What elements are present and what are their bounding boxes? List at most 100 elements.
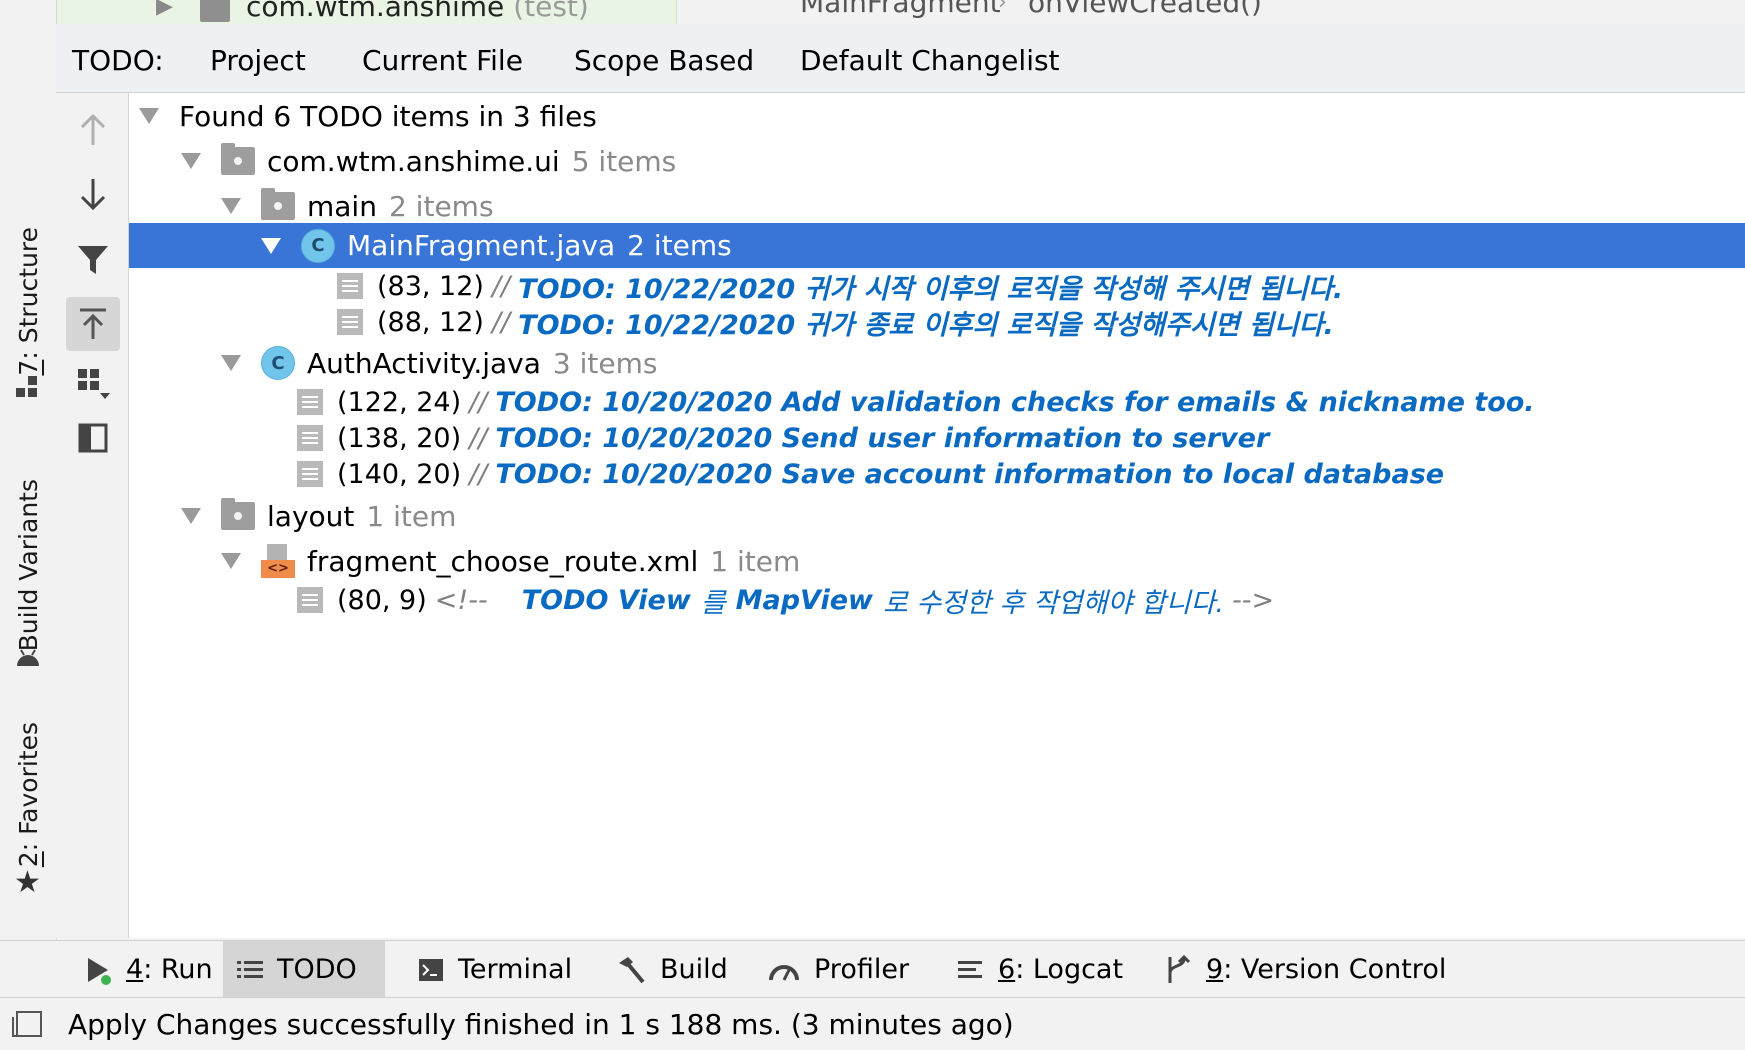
editor-top-strip: ▶ com.wtm.anshime (test) MainFragment › … xyxy=(56,0,1745,24)
breadcrumb-class[interactable]: MainFragment xyxy=(800,0,1001,19)
android-icon xyxy=(17,649,39,666)
tree-node-package-ui[interactable]: com.wtm.anshime.ui 5 items xyxy=(129,138,1745,184)
collapse-triangle-icon[interactable] xyxy=(221,198,241,214)
preview-toggle-button[interactable] xyxy=(66,411,120,465)
tree-node-fragment-xml[interactable]: <> fragment_choose_route.xml 1 item xyxy=(129,538,1745,584)
comment-prefix: // xyxy=(469,458,488,490)
collapse-triangle-icon[interactable] xyxy=(181,153,201,169)
todo-item[interactable]: (138, 20) // TODO: 10/20/2020 Send user … xyxy=(129,420,1745,456)
java-class-icon: C xyxy=(301,228,335,263)
collapse-triangle-icon[interactable] xyxy=(139,108,159,124)
status-bar: Apply Changes successfully finished in 1… xyxy=(0,997,1745,1050)
todo-tree: Found 6 TODO items in 3 files com.wtm.an… xyxy=(129,93,1745,938)
next-todo-button[interactable] xyxy=(66,167,120,221)
structure-tab-number: 7 xyxy=(13,359,43,376)
run-tab-key: 4 xyxy=(126,954,144,985)
vcs-branch-icon xyxy=(1168,954,1191,983)
export-icon xyxy=(80,308,106,339)
tree-node-layout[interactable]: layout 1 item xyxy=(129,493,1745,539)
tree-node-mainfragment[interactable]: C MainFragment.java 2 items xyxy=(129,223,1745,268)
build-tab-label: Build xyxy=(660,954,728,985)
todo-item-icon xyxy=(337,309,363,335)
logcat-tab-label: : Logcat xyxy=(1015,954,1124,985)
collapse-triangle-icon[interactable] xyxy=(181,508,201,524)
left-tool-strip: 7: Structure Build Variants 2: Favorites… xyxy=(0,0,57,940)
project-tree-cutoff[interactable]: ▶ com.wtm.anshime (test) xyxy=(56,0,677,24)
node-count: 2 items xyxy=(627,229,732,262)
previous-todo-button[interactable] xyxy=(66,103,120,157)
tool-window-bar: 4: Run TODO Terminal Build Profiler 6: L… xyxy=(0,940,1745,998)
tab-current-file[interactable]: Current File xyxy=(362,44,523,77)
comment-prefix: // xyxy=(469,386,488,418)
expand-arrow-icon[interactable]: ▶ xyxy=(156,0,173,19)
todo-position: (140, 20) xyxy=(337,458,462,490)
favorites-tab-label: : Favorites xyxy=(13,722,43,852)
todo-position: (122, 24) xyxy=(337,386,462,418)
comment-prefix: // xyxy=(491,270,511,302)
version-control-tab-label: : Version Control xyxy=(1223,954,1447,985)
filter-icon xyxy=(78,246,108,274)
profiler-tab-label: Profiler xyxy=(814,954,910,985)
arrow-down-icon xyxy=(80,179,106,211)
group-by-button[interactable] xyxy=(66,357,120,411)
tree-node-authactivity[interactable]: C AuthActivity.java 3 items xyxy=(129,340,1745,386)
status-message: Apply Changes successfully finished in 1… xyxy=(68,1008,1014,1041)
todo-text: TODO: 10/22/2020 귀가 종료 이후의 로직을 작성해주시면 됩니… xyxy=(518,309,1334,341)
terminal-tab[interactable]: Terminal xyxy=(404,941,586,998)
collapse-triangle-icon[interactable] xyxy=(221,553,241,569)
todo-item[interactable]: (88, 12) // TODO: 10/22/2020 귀가 종료 이후의 로… xyxy=(129,304,1745,341)
version-control-tab[interactable]: 9: Version Control xyxy=(1150,941,1460,998)
package-folder-icon xyxy=(221,143,255,175)
node-name: layout xyxy=(267,499,355,533)
version-control-tab-key: 9 xyxy=(1206,954,1224,985)
todo-item[interactable]: (80, 9) <!-- TODO View 를 MapView 로 수정한 후… xyxy=(129,582,1745,619)
structure-tab-label: : Structure xyxy=(13,226,43,360)
node-name: com.wtm.anshime.ui xyxy=(267,144,560,178)
todo-text-part: 로 수정한 후 작업해야 합니다. xyxy=(883,587,1224,619)
tab-project[interactable]: Project xyxy=(184,44,336,100)
todo-item-icon xyxy=(297,389,323,415)
todo-toolbar xyxy=(56,93,129,938)
todo-header: TODO: Project Current File Scope Based D… xyxy=(56,24,1745,100)
node-name: main xyxy=(307,189,377,223)
structure-tab[interactable]: 7: Structure xyxy=(0,196,56,406)
node-count: 1 item xyxy=(710,544,801,578)
structure-icon xyxy=(16,376,37,397)
todo-item[interactable]: (140, 20) // TODO: 10/20/2020 Save accou… xyxy=(129,456,1745,492)
node-name: MainFragment.java xyxy=(347,229,616,262)
build-variants-tab[interactable]: Build Variants xyxy=(0,460,56,670)
logcat-tab-key: 6 xyxy=(998,954,1016,985)
project-node-label[interactable]: com.wtm.anshime (test) xyxy=(246,0,589,23)
todo-tab[interactable]: TODO xyxy=(223,941,385,998)
todo-text: TODO: 10/20/2020 Save account informatio… xyxy=(495,458,1445,490)
todo-text: TODO: 10/20/2020 Add validation checks f… xyxy=(495,386,1535,418)
gauge-icon xyxy=(769,964,799,981)
comment-prefix: <!-- xyxy=(434,584,488,616)
toggle-tool-windows-icon[interactable] xyxy=(12,1011,42,1037)
list-icon xyxy=(237,960,263,978)
todo-text: TODO: 10/22/2020 귀가 시작 이후의 로직을 작성해 주시면 됩… xyxy=(518,273,1344,305)
todo-item[interactable]: (83, 12) // TODO: 10/22/2020 귀가 시작 이후의 로… xyxy=(129,268,1745,305)
run-tab[interactable]: 4: Run xyxy=(70,941,227,998)
autoscroll-to-source-button[interactable] xyxy=(66,297,120,351)
node-name: AuthActivity.java xyxy=(307,346,541,380)
favorites-tab[interactable]: 2: Favorites ★ xyxy=(0,722,56,905)
tree-root[interactable]: Found 6 TODO items in 3 files xyxy=(129,93,1745,139)
collapse-triangle-icon[interactable] xyxy=(261,237,281,254)
collapse-triangle-icon[interactable] xyxy=(221,355,241,371)
logcat-tab[interactable]: 6: Logcat xyxy=(944,941,1137,998)
filter-button[interactable] xyxy=(66,233,120,287)
tab-default-changelist[interactable]: Default Changelist xyxy=(800,44,1060,77)
xml-file-icon: <> xyxy=(261,544,295,578)
java-class-icon: C xyxy=(261,346,295,380)
node-count: 1 item xyxy=(366,499,457,533)
todo-tab-label: TODO xyxy=(277,954,357,985)
tab-scope-based[interactable]: Scope Based xyxy=(574,44,754,77)
breadcrumb-method[interactable]: onViewCreated() xyxy=(1028,0,1262,19)
build-tab[interactable]: Build xyxy=(602,941,742,998)
todo-item[interactable]: (122, 24) // TODO: 10/20/2020 Add valida… xyxy=(129,384,1745,420)
logcat-icon xyxy=(958,960,982,978)
todo-position: (80, 9) xyxy=(337,584,427,616)
profiler-tab[interactable]: Profiler xyxy=(754,941,923,998)
arrow-up-icon xyxy=(80,113,106,145)
